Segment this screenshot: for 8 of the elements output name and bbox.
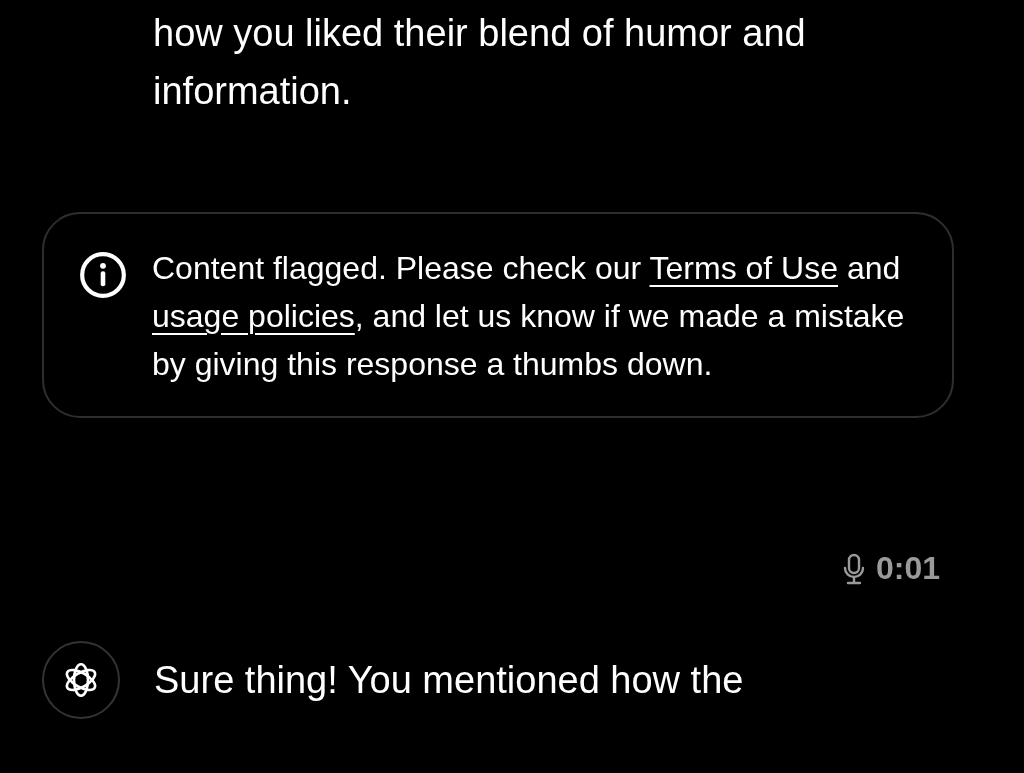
message-text: how you liked their blend of humor and information. [153,11,807,114]
policy-link[interactable]: usage policies [152,298,355,334]
microphone-icon [841,551,866,586]
info-icon [78,250,128,300]
policy-link[interactable]: Terms of Use [649,250,838,286]
voice-duration: 0:01 [875,550,940,587]
notice-text: Content flagged. Please check our Terms of Use and usage policies, and let us know if we made a mistake by giving this response a thumbs down. [152,249,906,384]
assistant-message: Sure thing! You mentioned how the [154,658,744,703]
